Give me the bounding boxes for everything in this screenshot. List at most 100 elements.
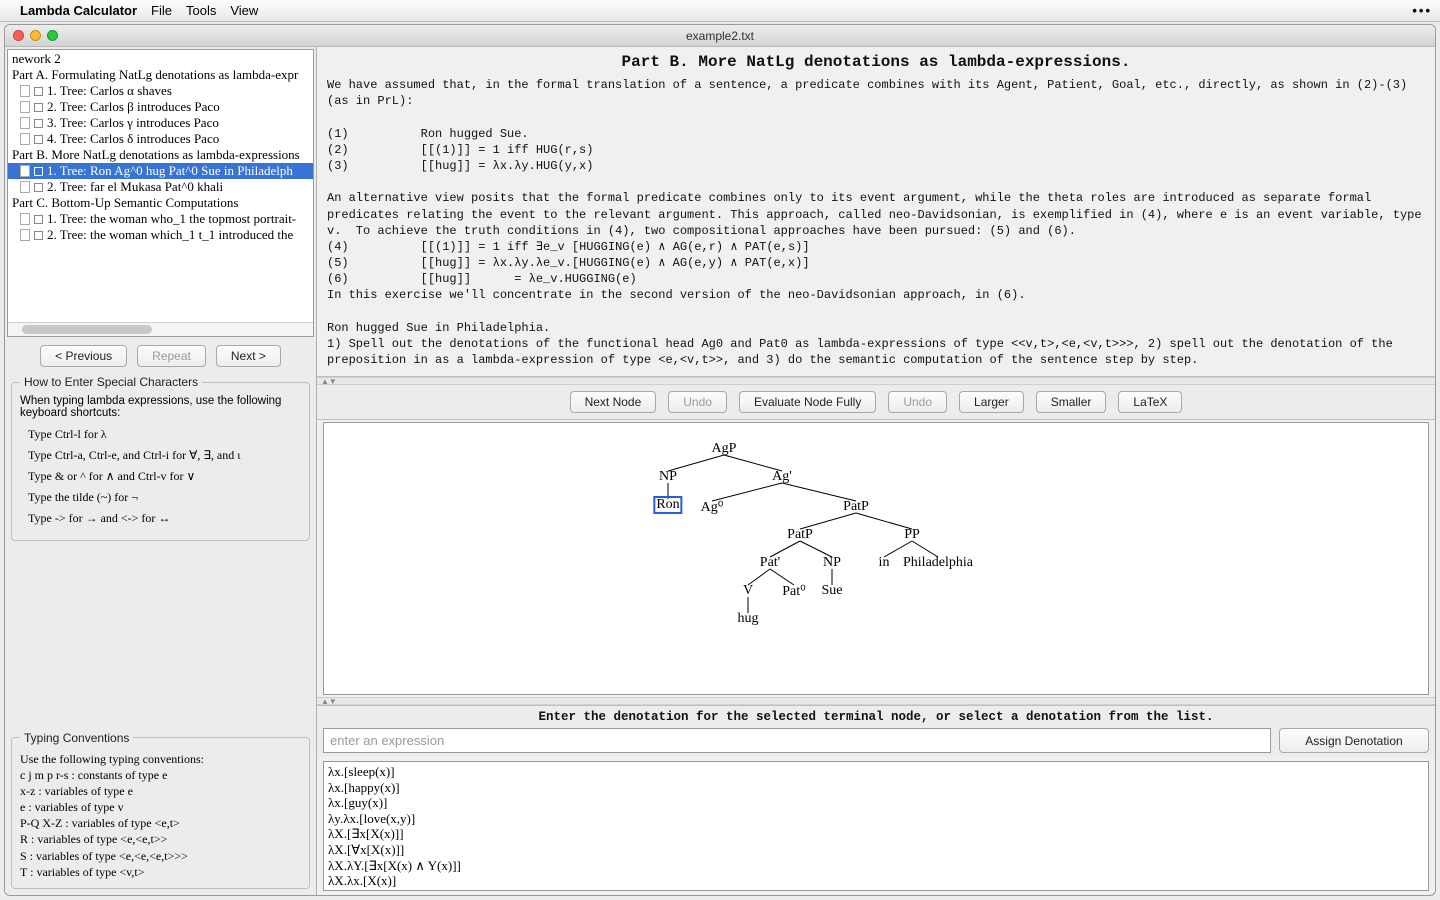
window-titlebar[interactable]: example2.txt [5,25,1435,47]
denotation-item[interactable]: λx.[guy(x)] [328,795,1424,811]
tree-item[interactable]: 1. Tree: the woman who_1 the topmost por… [8,211,313,227]
next-button[interactable]: Next > [216,345,281,367]
problem-line: 1) Spell out the denotations of the func… [327,336,1425,368]
tree-item[interactable]: 1. Tree: Ron Ag^0 hug Pat^0 Sue in Phila… [8,163,313,179]
tree-item[interactable]: 1. Tree: Carlos α shaves [8,83,313,99]
tree-item[interactable]: 4. Tree: Carlos δ introduces Paco [8,131,313,147]
app-name[interactable]: Lambda Calculator [20,3,137,18]
left-column: nework 2Part A. Formulating NatLg denota… [5,47,317,895]
help-line: Type Ctrl-a, Ctrl-e, and Ctrl-i for ∀, ∃… [28,448,301,463]
menu-tools[interactable]: Tools [186,3,216,18]
splitter-handle-2[interactable]: ▲▼ [317,697,1435,705]
help-panel-title: How to Enter Special Characters [20,375,202,389]
scrollbar-thumb[interactable] [22,325,152,334]
document-icon [20,181,30,193]
tree-node-pat0[interactable]: Pat⁰ [782,583,806,600]
tree-node-patp[interactable]: PatP [843,499,869,515]
smaller-button[interactable]: Smaller [1036,391,1107,413]
document-icon [20,229,30,241]
denotation-list[interactable]: λx.[sleep(x)]λx.[happy(x)]λx.[guy(x)]λy.… [323,761,1429,891]
typing-panel-title: Typing Conventions [20,731,133,745]
help-line: Type & or ^ for ∧ and Ctrl-v for ∨ [28,469,301,484]
tree-item-label: 2. Tree: Carlos β introduces Paco [47,99,220,115]
denotation-item[interactable]: λx.[happy(x)] [328,780,1424,796]
evaluate-fully-button[interactable]: Evaluate Node Fully [739,391,876,413]
entry-prompt: Enter the denotation for the selected te… [323,706,1429,728]
window-controls [13,30,58,41]
tree-node-sue[interactable]: Sue [822,583,843,599]
problem-line: In this exercise we'll concentrate in th… [327,287,1425,303]
undo-button-2[interactable]: Undo [888,391,947,413]
tree-node-ron[interactable]: Ron [654,497,681,513]
problem-line: (4) [[(1)]] = 1 iff ∃e_v [HUGGING(e) ∧ A… [327,239,1425,255]
typing-line: Use the following typing conventions: [20,751,301,767]
problem-line: (3) [[hug]] = λx.λy.HUG(y,x) [327,158,1425,174]
denotation-item[interactable]: λX.λY.[∃x[X(x) ∧ Y(x)]] [328,858,1424,874]
checkbox-icon [34,231,43,240]
tree-item-label: 1. Tree: Ron Ag^0 hug Pat^0 Sue in Phila… [47,163,293,179]
expression-input[interactable]: enter an expression [323,728,1271,753]
tree-node-in[interactable]: in [879,555,890,571]
menubar-overflow-icon[interactable]: ••• [1412,3,1432,18]
help-line: Type the tilde (~) for ¬ [28,490,301,505]
undo-button[interactable]: Undo [668,391,727,413]
assign-denotation-button[interactable]: Assign Denotation [1279,728,1429,753]
checkbox-icon [34,87,43,96]
checkbox-icon [34,103,43,112]
tree-section-header[interactable]: Part B. More NatLg denotations as lambda… [8,147,313,163]
denotation-item[interactable]: λX.λx.[X(x)] [328,873,1424,889]
repeat-button[interactable]: Repeat [137,345,206,367]
help-line: Type -> for → and <-> for ↔ [28,511,301,526]
tree-item[interactable]: 3. Tree: Carlos γ introduces Paco [8,115,313,131]
tree-nav-buttons: < Previous Repeat Next > [5,339,316,373]
tree-node-hug[interactable]: hug [738,611,759,627]
tree-node-pp[interactable]: PP [904,527,920,543]
tree-node-patbar[interactable]: Pat' [760,555,780,571]
denotation-item[interactable]: λy.λx.[love(x,y)] [328,811,1424,827]
tree-node-agp[interactable]: AgP [712,441,737,457]
menu-file[interactable]: File [151,3,172,18]
tree-node-np1[interactable]: NP [659,469,677,485]
latex-button[interactable]: LaTeX [1118,391,1182,413]
denotation-item[interactable]: λX.[∃x[X(x)]] [328,826,1424,842]
tree-section-header[interactable]: Part A. Formulating NatLg denotations as… [8,67,313,83]
tree-toolbar: Next Node Undo Evaluate Node Fully Undo … [317,385,1435,420]
window-title: example2.txt [5,29,1435,43]
denotation-item[interactable]: λx.[sleep(x)] [328,764,1424,780]
denotation-item[interactable]: λX.[∀x[X(x)]] [328,842,1424,858]
tree-node-agbar[interactable]: Ag' [772,469,792,485]
close-icon[interactable] [13,30,24,41]
tree-item[interactable]: 2. Tree: the woman which_1 t_1 introduce… [8,227,313,243]
tree-item[interactable]: 2. Tree: far el Mukasa Pat^0 khali [8,179,313,195]
tree-node-patp2[interactable]: PatP [787,527,813,543]
splitter-handle[interactable]: ▲▼ [317,377,1435,385]
problem-line: (6) [[hug]] = λe_v.HUGGING(e) [327,271,1425,287]
menu-view[interactable]: View [230,3,258,18]
right-column: Part B. More NatLg denotations as lambda… [317,47,1435,895]
entry-area: Enter the denotation for the selected te… [317,705,1435,757]
problem-line: (5) [[hug]] = λx.λy.λe_v.[HUGGING(e) ∧ A… [327,255,1425,271]
zoom-icon[interactable] [47,30,58,41]
tree-item-label: 4. Tree: Carlos δ introduces Paco [47,131,219,147]
problem-title: Part B. More NatLg denotations as lambda… [317,47,1435,75]
problem-line: An alternative view posits that the form… [327,190,1425,239]
next-node-button[interactable]: Next Node [570,391,657,413]
tree-section-header[interactable]: nework 2 [8,51,313,67]
tree-horizontal-scrollbar[interactable] [8,322,313,336]
tree-item[interactable]: 2. Tree: Carlos β introduces Paco [8,99,313,115]
previous-button[interactable]: < Previous [40,345,127,367]
tree-item-label: 3. Tree: Carlos γ introduces Paco [47,115,219,131]
typing-line: P-Q X-Z : variables of type <e,t> [20,815,301,831]
document-icon [20,85,30,97]
tree-section-header[interactable]: Part C. Bottom-Up Semantic Computations [8,195,313,211]
exercise-tree[interactable]: nework 2Part A. Formulating NatLg denota… [7,49,314,337]
document-icon [20,101,30,113]
tree-node-v[interactable]: V [743,583,753,599]
larger-button[interactable]: Larger [959,391,1024,413]
typing-line: S : variables of type <e,<e,<e,t>>> [20,848,301,864]
tree-node-ag0[interactable]: Ag⁰ [701,499,724,516]
syntax-tree-canvas[interactable]: AgP NP Ag' Ron Ag⁰ PatP PatP PP Pat' NP in Philadel… [323,422,1429,695]
tree-node-phil[interactable]: Philadelphia [903,555,973,571]
minimize-icon[interactable] [30,30,41,41]
tree-node-np2[interactable]: NP [823,555,841,571]
